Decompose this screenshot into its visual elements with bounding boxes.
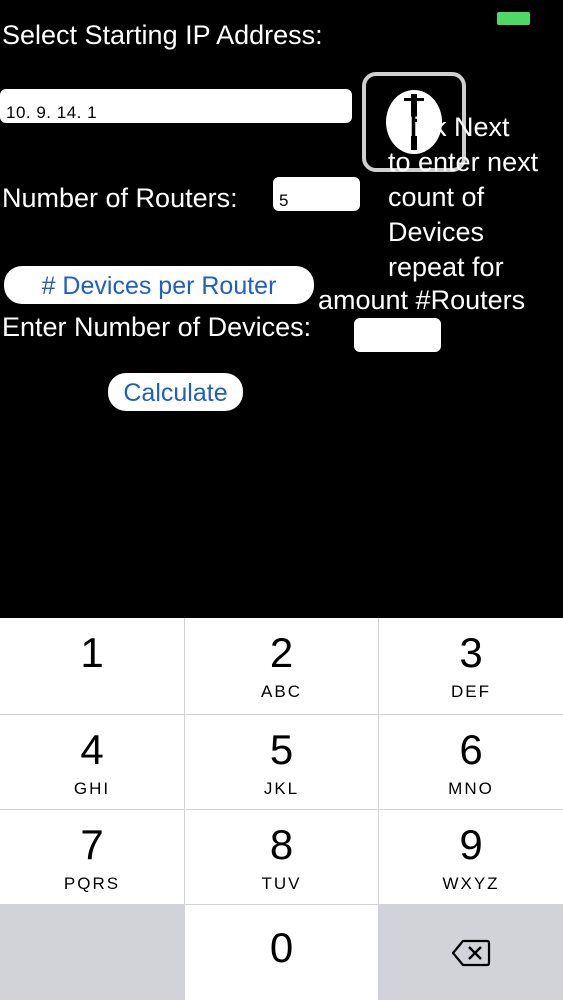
numeric-keypad: 1 2 ABC 3 DEF 4 GHI 5 JKL 6 MNO 7 PQRS 8… — [0, 618, 563, 1000]
key-1[interactable]: 1 — [0, 618, 184, 714]
delete-key[interactable] — [379, 905, 563, 1000]
key-3[interactable]: 3 DEF — [379, 618, 563, 714]
next-hint-last-line: amount #Routers — [318, 285, 526, 315]
routers-field[interactable]: 5 — [273, 177, 360, 211]
devices-label: Enter Number of Devices: — [2, 312, 312, 342]
key-8[interactable]: 8 TUV — [185, 810, 378, 904]
devices-field[interactable] — [354, 318, 441, 352]
key-4[interactable]: 4 GHI — [0, 715, 184, 809]
key-blank — [0, 905, 184, 1000]
key-2[interactable]: 2 ABC — [185, 618, 378, 714]
routers-label: Number of Routers: — [2, 183, 238, 213]
routers-value: 5 — [279, 191, 289, 210]
ip-address-field[interactable]: 10. 9. 14. 1 — [0, 89, 352, 123]
next-hint-text: Click Next to enter next count of Device… — [388, 112, 539, 282]
key-5[interactable]: 5 JKL — [185, 715, 378, 809]
key-0[interactable]: 0 — [185, 905, 378, 1000]
ip-address-value: 10. 9. 14. 1 — [6, 103, 98, 122]
calculate-button[interactable]: Calculate — [108, 373, 243, 411]
ip-address-label: Select Starting IP Address: — [2, 20, 323, 50]
battery-icon — [497, 12, 530, 25]
key-9[interactable]: 9 WXYZ — [379, 810, 563, 904]
key-7[interactable]: 7 PQRS — [0, 810, 184, 904]
devices-per-router-button[interactable]: # Devices per Router — [4, 266, 314, 304]
backspace-icon — [451, 939, 491, 967]
key-6[interactable]: 6 MNO — [379, 715, 563, 809]
